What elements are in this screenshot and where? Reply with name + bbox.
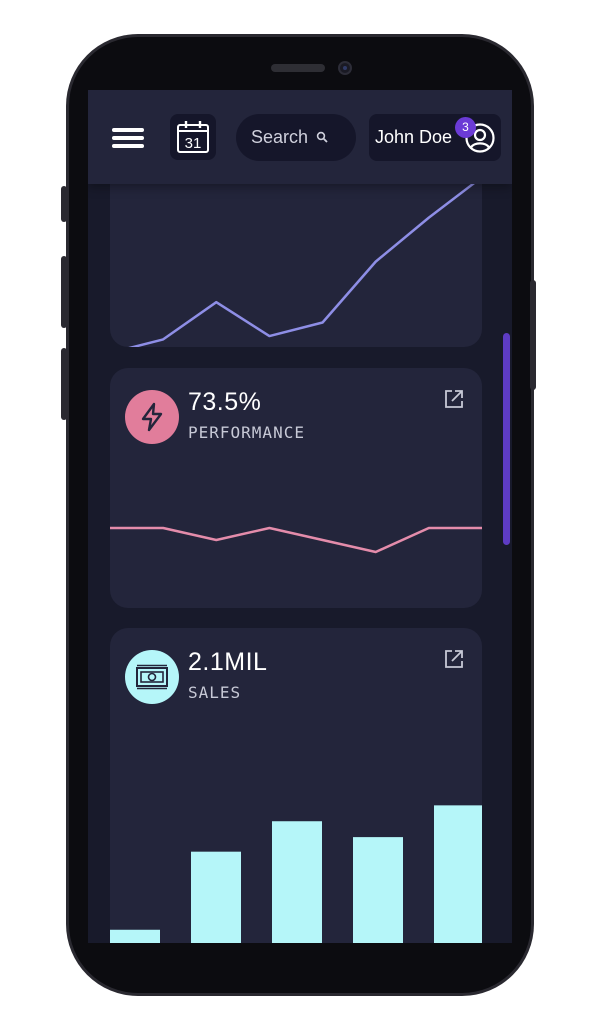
search-bar[interactable]: Search (236, 114, 356, 161)
bar-5 (434, 805, 482, 943)
sales-card[interactable]: 2.1MIL SALES (110, 628, 482, 943)
external-link-icon[interactable] (443, 648, 465, 670)
scrollbar[interactable] (503, 333, 510, 545)
menu-icon[interactable] (112, 128, 146, 150)
sales-label: SALES (188, 683, 242, 702)
bar-3 (272, 821, 322, 943)
notification-badge: 3 (455, 117, 476, 138)
bar-2 (191, 851, 241, 943)
sales-value: 2.1MIL (188, 648, 268, 676)
user-name: John Doe (375, 127, 453, 147)
performance-label: PERFORMANCE (188, 423, 305, 442)
sales-bar-chart (110, 805, 482, 943)
calendar-icon: 31 (177, 121, 209, 153)
bar-4 (353, 837, 403, 943)
user-menu-button[interactable]: John Doe 3 (369, 114, 501, 161)
phone-power-button (530, 280, 536, 390)
performance-card[interactable]: 73.5% PERFORMANCE (110, 368, 482, 608)
phone-side-button (61, 186, 67, 222)
dashboard-content: 73.5% PERFORMANCE 2.1MIL SALES (88, 90, 512, 943)
bar-1 (110, 929, 160, 943)
search-input[interactable]: Search (251, 127, 307, 148)
series-line (110, 526, 482, 554)
search-icon[interactable] (316, 131, 328, 143)
performance-value: 73.5% (188, 388, 262, 416)
cash-icon (125, 650, 179, 704)
phone-volume-down-button (61, 348, 67, 420)
series-line (128, 176, 482, 347)
top-bar: 31 Search John Doe 3 (88, 90, 512, 184)
lightning-icon (125, 390, 179, 444)
external-link-icon[interactable] (443, 388, 465, 410)
phone-camera (338, 61, 352, 75)
calendar-button[interactable]: 31 (170, 114, 216, 160)
calendar-day: 31 (185, 135, 202, 152)
app-screen: 73.5% PERFORMANCE 2.1MIL SALES 31 Search… (88, 90, 512, 943)
phone-volume-up-button (61, 256, 67, 328)
performance-line-chart (110, 526, 482, 554)
phone-speaker (271, 64, 325, 72)
